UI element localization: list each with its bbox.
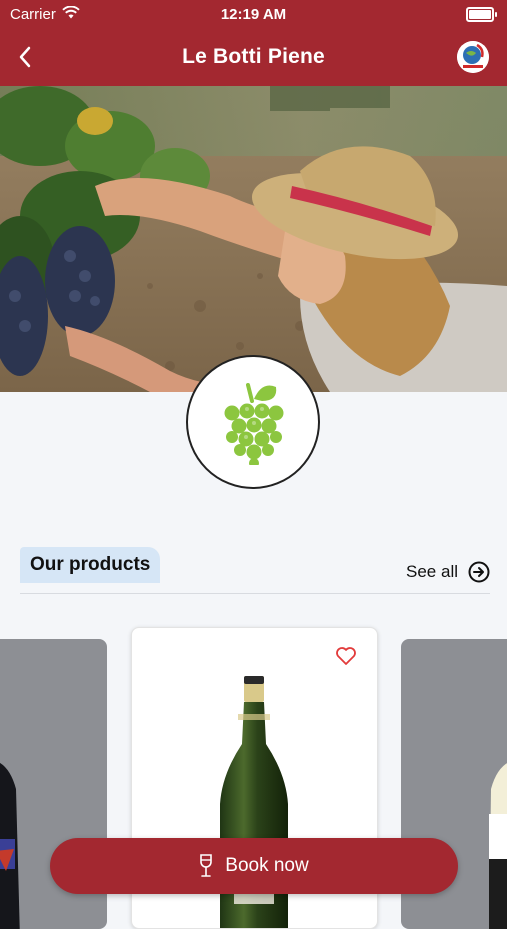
section-title: Our products <box>20 547 161 583</box>
producer-avatar <box>186 355 320 489</box>
wine-glass-icon <box>200 854 213 877</box>
see-all-label: See all <box>406 562 458 581</box>
nav-bar: Le Botti Piene <box>0 28 507 86</box>
grape-icon <box>224 383 284 465</box>
heart-icon[interactable] <box>335 646 357 666</box>
carrier-label: Carrier <box>10 5 56 23</box>
products-section-header: Our products See all <box>20 547 490 594</box>
arrow-right-circle-icon <box>468 561 490 583</box>
hero-image <box>0 86 507 392</box>
status-bar: Carrier 12:19 AM <box>0 0 507 28</box>
app-logo-icon[interactable] <box>457 41 489 73</box>
page-title: Le Botti Piene <box>182 45 325 68</box>
battery-icon <box>466 6 497 22</box>
wifi-icon <box>62 5 80 23</box>
see-all-button[interactable]: See all <box>406 561 490 583</box>
book-now-button[interactable]: Book now <box>50 838 458 894</box>
back-button[interactable] <box>10 42 40 72</box>
status-left: Carrier <box>10 5 80 23</box>
status-time: 12:19 AM <box>220 5 287 23</box>
chevron-left-icon <box>19 46 31 68</box>
book-now-label: Book now <box>225 855 309 876</box>
